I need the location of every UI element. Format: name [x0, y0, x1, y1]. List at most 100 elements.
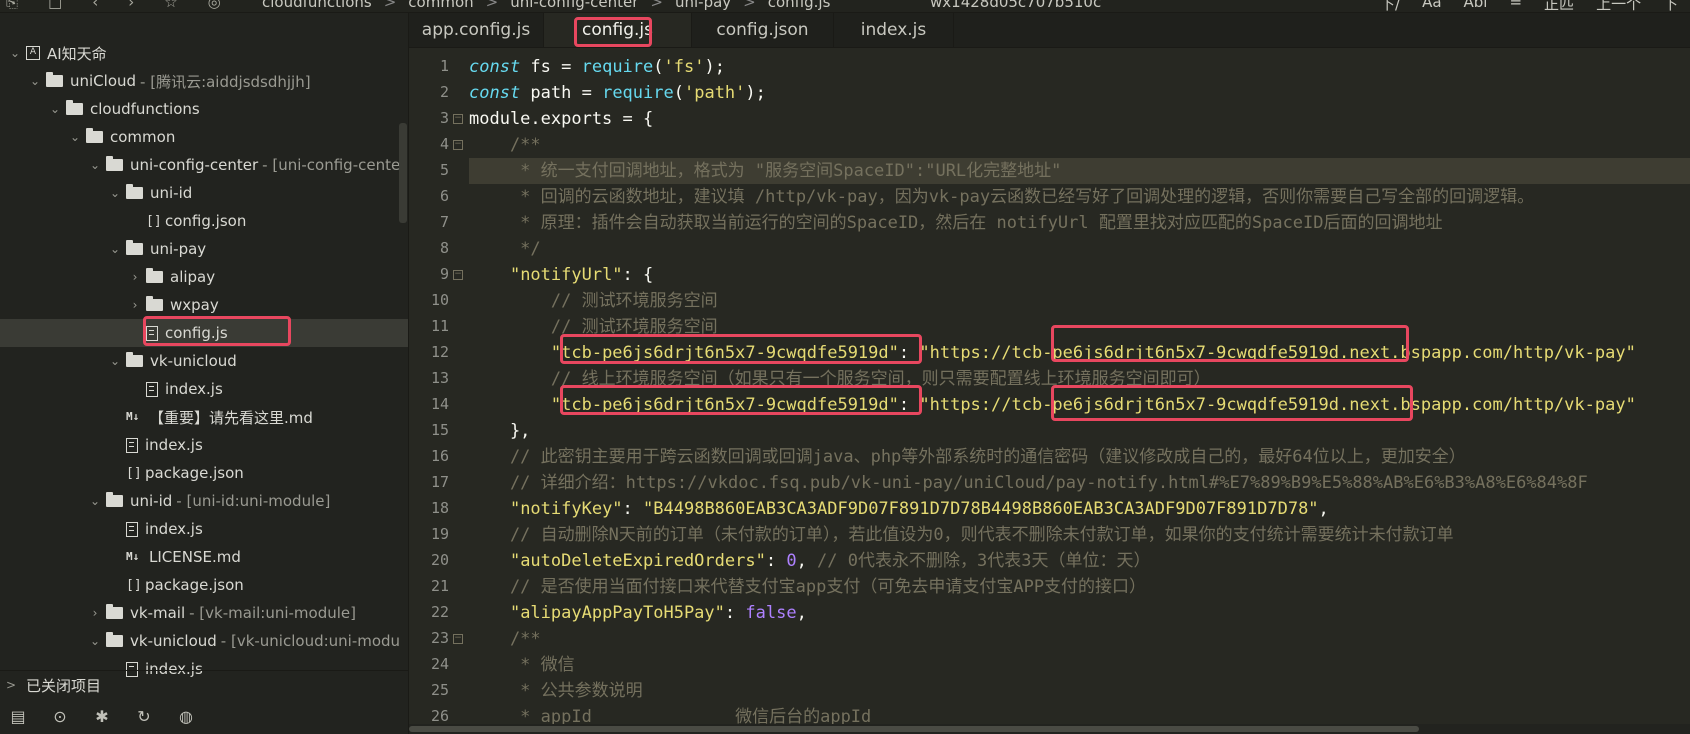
save-icon[interactable]: □ [48, 0, 62, 11]
tree-item-meta: - [vk-unicloud:uni-modu [220, 632, 401, 650]
breadcrumb-item[interactable]: common [408, 0, 473, 11]
code-line: // 测试环境服务空间 [469, 291, 718, 311]
line-number: 13 [430, 369, 449, 387]
code-line: module.exports = { [469, 109, 654, 129]
closed-projects[interactable]: > 已关闭项目 [0, 670, 408, 699]
tree-item[interactable]: ⌄ uni-config-center - [uni-config-cente [0, 151, 408, 179]
line-number: 14 [430, 395, 449, 413]
breadcrumb-item[interactable]: config.js [768, 0, 831, 11]
code-line: const fs = require('fs'); [469, 57, 725, 77]
code-line: // 是否使用当面付接口来代替支付宝app支付（可免去申请支付宝APP支付的接口… [469, 577, 1147, 597]
selected-file-highlight-box [143, 316, 291, 346]
tree-item[interactable]: › vk-mail - [vk-mail:uni-module] [0, 599, 408, 627]
line-number-gutter: 1 2 3−4−5 6 7 8 9−10 11 12 13 14 15 16 17 18 19 20 21 22 23… [409, 48, 463, 724]
breadcrumb-item[interactable]: uni-pay [675, 0, 731, 11]
chevron-down-icon: ⌄ [49, 102, 61, 116]
tree-item[interactable]: › alipay [0, 263, 408, 291]
line-number: 19 [430, 525, 449, 543]
markdown-icon: M↓ [126, 550, 140, 563]
explorer-icon[interactable]: ▤ [8, 707, 28, 726]
line-number: 22 [430, 603, 449, 621]
tree-item[interactable]: index.js [0, 375, 408, 403]
spaceid-key-highlight-box [560, 385, 922, 415]
plugin-icon[interactable]: ◍ [176, 707, 196, 726]
tree-item-label: wxpay [170, 296, 219, 314]
search-option[interactable]: 正匹 [1544, 0, 1574, 12]
search-option[interactable]: = [1509, 0, 1522, 12]
tree-item[interactable]: › wxpay [0, 291, 408, 319]
tree-item[interactable]: ⌄ uni-pay [0, 235, 408, 263]
line-number: 7 [439, 213, 449, 231]
breadcrumb-item[interactable]: cloudfunctions [262, 0, 372, 11]
tree-item[interactable]: ⌄ uni-id [0, 179, 408, 207]
tab-app-config-js[interactable]: app.config.js [409, 13, 544, 47]
debug-icon[interactable]: ✱ [92, 707, 112, 726]
tree-item-label: index.js [145, 436, 203, 454]
tree-item-label: uni-config-center [130, 156, 259, 174]
tree-item[interactable]: ⌄ uniCloud - [腾讯云:aiddjsdsdhjjh] [0, 67, 408, 95]
code-line: * 微信 [469, 655, 575, 675]
tree-item[interactable]: ⌄ uni-id - [uni-id:uni-module] [0, 487, 408, 515]
tree-item[interactable]: M↓ 【重要】请先看这里.md [0, 403, 408, 431]
tab-config-json[interactable]: config.json [692, 13, 834, 47]
tree-item[interactable]: [] package.json [0, 571, 408, 599]
tab-highlight-box [574, 17, 652, 47]
chevron-right-icon: > [6, 678, 17, 692]
search-option[interactable]: 下/ [1380, 0, 1400, 12]
horizontal-scrollbar[interactable] [409, 724, 1690, 734]
search-option[interactable]: Aa [1422, 0, 1441, 12]
code-line: * 回调的云函数地址，建议填 /http/vk-pay，因为vk-pay云函数已… [469, 187, 1535, 207]
tree-item[interactable]: [] package.json [0, 459, 408, 487]
tree-item[interactable]: ⌄ vk-unicloud - [vk-unicloud:uni-modu [0, 627, 408, 655]
tree-item-label: common [110, 128, 176, 146]
folder-icon [106, 604, 123, 619]
tree-item-label: uni-id [150, 184, 193, 202]
tree-item-label: vk-mail [130, 604, 186, 622]
refresh-icon[interactable]: ↻ [134, 707, 154, 726]
breadcrumb-item[interactable]: uni-config-center [510, 0, 638, 11]
tree-item-label: package.json [145, 576, 244, 594]
tree-item[interactable]: [] config.json [0, 207, 408, 235]
forward-icon[interactable]: › [128, 0, 134, 11]
search-option[interactable]: 上一个 [1596, 0, 1641, 12]
search-icon[interactable]: ⊙ [50, 707, 70, 726]
tree-item[interactable]: index.js [0, 515, 408, 543]
tree-item[interactable]: M↓ LICENSE.md [0, 543, 408, 571]
tree-item[interactable]: ⌄ common [0, 123, 408, 151]
line-number: 16 [430, 447, 449, 465]
run-icon[interactable]: ◎ [208, 0, 221, 11]
code-line: // 自动删除N天前的订单（未付款的订单），若此值设为0，则代表不删除未付款订单… [469, 525, 1454, 545]
folder-icon [106, 492, 123, 507]
chevron-down-icon: ⌄ [109, 186, 121, 200]
code-line: * 统一支付回调地址，格式为 "服务空间SpaceID":"URL化完整地址" [469, 161, 1062, 181]
line-number: 8 [439, 239, 449, 257]
tree-item[interactable]: index.js [0, 431, 408, 459]
tree-item[interactable]: ⌄ A AI知天命 [0, 39, 408, 67]
search-option[interactable]: Abl [1464, 0, 1488, 12]
line-number: 3 [439, 109, 449, 127]
tree-item[interactable]: ⌄ vk-unicloud [0, 347, 408, 375]
chevron-right-icon: › [92, 606, 98, 620]
search-option[interactable]: 下 [1663, 0, 1678, 12]
folder-icon [46, 72, 63, 87]
fold-toggle-icon[interactable]: − [453, 114, 463, 124]
fold-toggle-icon[interactable]: − [453, 634, 463, 644]
tab-index-js[interactable]: index.js [834, 13, 954, 47]
tree-item-label: 【重要】请先看这里.md [149, 408, 313, 427]
line-number: 17 [430, 473, 449, 491]
scrollbar-thumb[interactable] [409, 726, 1419, 732]
fold-toggle-icon[interactable]: − [453, 270, 463, 280]
tree-item[interactable]: ⌄ cloudfunctions [0, 95, 408, 123]
tree-item-label: AI知天命 [47, 44, 107, 63]
line-number: 9 [439, 265, 449, 283]
chevron-down-icon: ⌄ [89, 634, 101, 648]
fold-toggle-icon[interactable]: − [453, 140, 463, 150]
back-icon[interactable]: ‹ [92, 0, 98, 11]
new-file-icon[interactable]: ⎘ [6, 0, 18, 11]
bookmark-icon[interactable]: ☆ [164, 0, 177, 11]
js-file-icon [146, 381, 158, 397]
line-number: 1 [439, 57, 449, 75]
sidebar-scrollbar[interactable] [399, 123, 407, 223]
json-file-icon: [] [126, 465, 142, 481]
tree-item-meta: - [vk-mail:uni-module] [189, 604, 356, 622]
